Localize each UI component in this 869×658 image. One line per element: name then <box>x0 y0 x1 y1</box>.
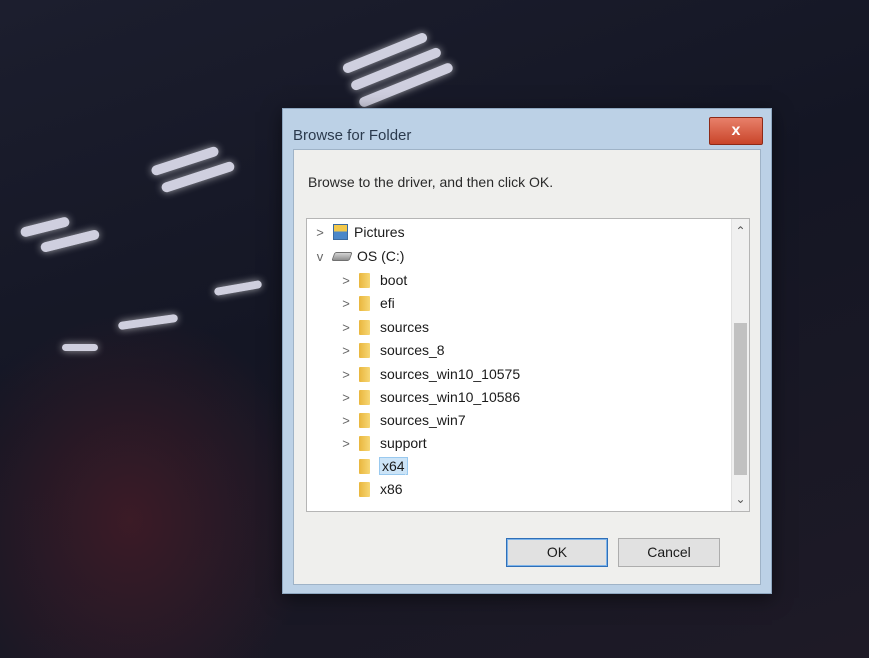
tree-item-sources-win10-10575[interactable]: > sources_win10_10575 <box>339 363 520 385</box>
tree-item-pictures[interactable]: > Pictures <box>313 221 405 243</box>
tree-item-label: support <box>380 435 427 451</box>
folder-icon <box>359 366 370 382</box>
tree-item-sources-win10-10586[interactable]: > sources_win10_10586 <box>339 386 520 408</box>
tree-item-label: sources_win10_10575 <box>380 366 521 382</box>
folder-icon <box>359 481 370 497</box>
pictures-icon <box>333 224 348 240</box>
ceiling-light-reflection <box>213 279 263 297</box>
tree-item-sources[interactable]: > sources <box>339 316 429 338</box>
scrollbar-thumb[interactable] <box>734 323 747 475</box>
folder-icon <box>359 295 370 311</box>
ceiling-light-reflection <box>117 313 179 331</box>
tree-item-label: sources <box>380 319 430 335</box>
chevron-up-icon[interactable]: ⌃ <box>732 221 749 241</box>
tree-item-sources-8[interactable]: > sources_8 <box>339 339 445 361</box>
chevron-right-icon[interactable]: > <box>339 273 353 288</box>
tree-scrollbar[interactable]: ⌃ ⌄ <box>731 219 749 511</box>
tree-item-label: Pictures <box>354 224 405 240</box>
chevron-right-icon[interactable]: > <box>339 296 353 311</box>
folder-tree[interactable]: > Pictures v OS (C:) > boot > efi > sour… <box>306 218 750 512</box>
cancel-button[interactable]: Cancel <box>618 538 720 567</box>
dialog-title: Browse for Folder <box>293 127 412 144</box>
tree-item-label: x86 <box>380 481 403 497</box>
chevron-right-icon[interactable]: > <box>339 343 353 358</box>
chevron-right-icon[interactable]: > <box>339 367 353 382</box>
close-icon: x <box>731 122 741 139</box>
tree-item-x64[interactable]: x64 <box>339 455 408 477</box>
chevron-right-icon[interactable]: > <box>339 436 353 451</box>
folder-icon <box>359 342 370 358</box>
tree-item-support[interactable]: > support <box>339 432 427 454</box>
folder-icon <box>359 412 370 428</box>
tree-item-sources-win7[interactable]: > sources_win7 <box>339 409 466 431</box>
photo-background: Browse for Folder x Browse to the driver… <box>0 0 869 658</box>
tree-item-label: sources_win10_10586 <box>380 389 521 405</box>
tree-item-efi[interactable]: > efi <box>339 292 395 314</box>
browse-for-folder-dialog: Browse for Folder x Browse to the driver… <box>282 108 772 594</box>
ceiling-light-reflection <box>62 344 98 351</box>
chevron-down-icon[interactable]: ⌄ <box>732 489 749 509</box>
chevron-right-icon[interactable]: > <box>339 413 353 428</box>
tree-item-label: sources_win7 <box>380 412 466 428</box>
folder-icon <box>359 389 370 405</box>
tree-item-label: efi <box>380 295 395 311</box>
ceiling-light-reflection <box>39 228 101 254</box>
tree-item-os-drive[interactable]: v OS (C:) <box>313 245 405 267</box>
chevron-right-icon[interactable]: > <box>339 320 353 335</box>
chevron-down-icon[interactable]: v <box>313 249 327 264</box>
tree-item-label: boot <box>380 272 408 288</box>
tree-item-label: sources_8 <box>380 342 445 358</box>
folder-icon <box>359 435 370 451</box>
drive-icon <box>331 251 353 261</box>
chevron-right-icon[interactable]: > <box>313 225 327 240</box>
folder-icon <box>359 319 370 335</box>
tree-item-boot[interactable]: > boot <box>339 269 407 291</box>
chevron-right-icon[interactable]: > <box>339 390 353 405</box>
tree-item-x86[interactable]: x86 <box>339 478 403 500</box>
folder-icon <box>359 272 370 288</box>
close-button[interactable]: x <box>709 117 763 145</box>
dialog-titlebar[interactable]: Browse for Folder x <box>283 109 771 149</box>
folder-icon <box>359 458 370 474</box>
ceiling-light-reflection <box>19 216 71 238</box>
ok-button[interactable]: OK <box>506 538 608 567</box>
dialog-client-area: Browse to the driver, and then click OK.… <box>293 149 761 585</box>
instruction-text: Browse to the driver, and then click OK. <box>308 174 554 190</box>
tree-item-label: x64 <box>379 457 408 475</box>
tree-item-label: OS (C:) <box>357 248 405 264</box>
